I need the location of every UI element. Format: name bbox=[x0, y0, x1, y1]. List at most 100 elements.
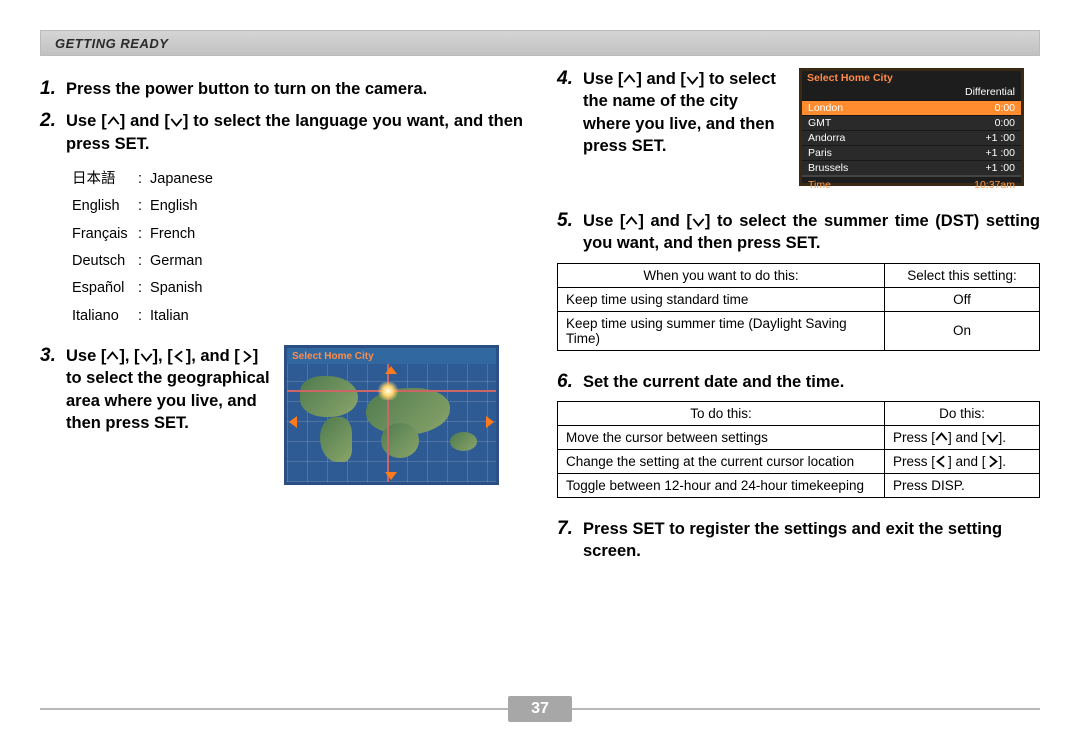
language-row: Español:Spanish bbox=[72, 276, 213, 301]
arrow-left-icon bbox=[289, 416, 297, 428]
language-row: Italiano:Italian bbox=[72, 304, 213, 329]
date-time-table: To do this: Do this: Move the cursor bet… bbox=[557, 401, 1040, 498]
map-title: Select Home City bbox=[287, 348, 496, 364]
lang-native: Deutsch bbox=[72, 249, 136, 274]
chevron-down-icon bbox=[170, 115, 183, 128]
table-row: Keep time using summer time (Daylight Sa… bbox=[558, 311, 1040, 350]
city-list-screenshot: Select Home City Differential London 0:00… bbox=[799, 68, 1024, 186]
step-number: 4. bbox=[557, 68, 583, 90]
dt-head-b: Do this: bbox=[885, 401, 1040, 425]
lang-english: Spanish bbox=[150, 276, 213, 301]
dt-desc: Move the cursor between settings bbox=[558, 425, 885, 449]
lang-native: English bbox=[72, 194, 136, 219]
language-row: Français:French bbox=[72, 222, 213, 247]
language-row: 日本語:Japanese bbox=[72, 167, 213, 192]
dt-action: Press DISP. bbox=[885, 473, 1040, 497]
lang-native: 日本語 bbox=[72, 167, 136, 192]
lang-native: Italiano bbox=[72, 304, 136, 329]
city-header: Differential bbox=[802, 86, 1021, 100]
step-number: 1. bbox=[40, 78, 66, 100]
lang-native: Español bbox=[72, 276, 136, 301]
city-row: GMT 0:00 bbox=[802, 115, 1021, 130]
chevron-left-icon bbox=[935, 455, 948, 468]
step-7: 7. Press SET to register the settings an… bbox=[557, 518, 1040, 563]
city-diff: 0:00 bbox=[995, 117, 1015, 129]
page-number: 37 bbox=[508, 696, 572, 722]
chevron-up-icon bbox=[107, 115, 120, 128]
city-name: Brussels bbox=[808, 162, 848, 174]
dst-value: Off bbox=[885, 287, 1040, 311]
step-text: Use [] and [] to select the name of the … bbox=[583, 68, 787, 157]
step-1: 1. Press the power button to turn on the… bbox=[40, 78, 523, 100]
city-time-row: Time 10:37am bbox=[802, 175, 1021, 191]
city-name: Andorra bbox=[808, 132, 845, 144]
chevron-down-icon bbox=[986, 431, 999, 444]
step-number: 6. bbox=[557, 371, 583, 393]
world-map-icon bbox=[287, 364, 496, 482]
manual-page: GETTING READY 1. Press the power button … bbox=[0, 0, 1080, 730]
table-row: Toggle between 12-hour and 24-hour timek… bbox=[558, 473, 1040, 497]
city-row: Paris +1 :00 bbox=[802, 145, 1021, 160]
dst-value: On bbox=[885, 311, 1040, 350]
chevron-down-icon bbox=[686, 73, 699, 86]
dst-table: When you want to do this: Select this se… bbox=[557, 263, 1040, 351]
city-name: London bbox=[808, 102, 843, 114]
chevron-down-icon bbox=[140, 350, 153, 363]
dt-action: Press [] and []. bbox=[885, 449, 1040, 473]
language-row: Deutsch:German bbox=[72, 249, 213, 274]
lang-english: Italian bbox=[150, 304, 213, 329]
dst-head-a: When you want to do this: bbox=[558, 263, 885, 287]
arrow-right-icon bbox=[486, 416, 494, 428]
city-row: London 0:00 bbox=[802, 100, 1021, 115]
step-4-row: 4. Use [] and [] to select the name of t… bbox=[557, 68, 1040, 186]
city-diff: +1 :00 bbox=[986, 162, 1016, 174]
dst-desc: Keep time using summer time (Daylight Sa… bbox=[558, 311, 885, 350]
left-column: 1. Press the power button to turn on the… bbox=[40, 68, 523, 562]
table-row: Change the setting at the current cursor… bbox=[558, 449, 1040, 473]
step-number: 7. bbox=[557, 518, 583, 540]
step-5: 5. Use [] and [] to select the summer ti… bbox=[557, 210, 1040, 255]
section-title: GETTING READY bbox=[55, 36, 168, 51]
lang-english: Japanese bbox=[150, 167, 213, 192]
city-diff: +1 :00 bbox=[986, 132, 1016, 144]
step-text: Press SET to register the settings and e… bbox=[583, 518, 1040, 563]
step-text: Press the power button to turn on the ca… bbox=[66, 78, 427, 100]
right-column: 4. Use [] and [] to select the name of t… bbox=[557, 68, 1040, 562]
dt-desc: Toggle between 12-hour and 24-hour timek… bbox=[558, 473, 885, 497]
dt-desc: Change the setting at the current cursor… bbox=[558, 449, 885, 473]
step-4: 4. Use [] and [] to select the name of t… bbox=[557, 68, 787, 157]
city-name: Paris bbox=[808, 147, 832, 159]
chevron-right-icon bbox=[986, 455, 999, 468]
chevron-up-icon bbox=[625, 215, 638, 228]
lang-english: French bbox=[150, 222, 213, 247]
chevron-up-icon bbox=[623, 73, 636, 86]
dt-action: Press [] and []. bbox=[885, 425, 1040, 449]
step-text: Use [], [], [], and [] to select the geo… bbox=[66, 345, 270, 434]
table-row: Move the cursor between settingsPress []… bbox=[558, 425, 1040, 449]
step-6: 6. Set the current date and the time. bbox=[557, 371, 1040, 393]
lang-english: German bbox=[150, 249, 213, 274]
city-title: Select Home City bbox=[802, 71, 1021, 86]
section-header: GETTING READY bbox=[40, 30, 1040, 56]
step-text: Set the current date and the time. bbox=[583, 371, 844, 393]
arrow-up-icon bbox=[385, 366, 397, 374]
city-diff: +1 :00 bbox=[986, 147, 1016, 159]
city-name: GMT bbox=[808, 117, 831, 129]
chevron-left-icon bbox=[173, 350, 186, 363]
lang-native: Français bbox=[72, 222, 136, 247]
city-diff: 0:00 bbox=[995, 102, 1015, 114]
chevron-right-icon bbox=[240, 350, 253, 363]
lang-english: English bbox=[150, 194, 213, 219]
chevron-up-icon bbox=[935, 431, 948, 444]
step-2: 2. Use [] and [] to select the language … bbox=[40, 110, 523, 155]
arrow-down-icon bbox=[385, 472, 397, 480]
dst-desc: Keep time using standard time bbox=[558, 287, 885, 311]
language-row: English:English bbox=[72, 194, 213, 219]
dst-head-b: Select this setting: bbox=[885, 263, 1040, 287]
dt-head-a: To do this: bbox=[558, 401, 885, 425]
step-text: Use [] and [] to select the summer time … bbox=[583, 210, 1040, 255]
map-screenshot: Select Home City bbox=[284, 345, 499, 485]
city-row: Brussels +1 :00 bbox=[802, 160, 1021, 175]
step-number: 2. bbox=[40, 110, 66, 132]
chevron-down-icon bbox=[692, 215, 705, 228]
